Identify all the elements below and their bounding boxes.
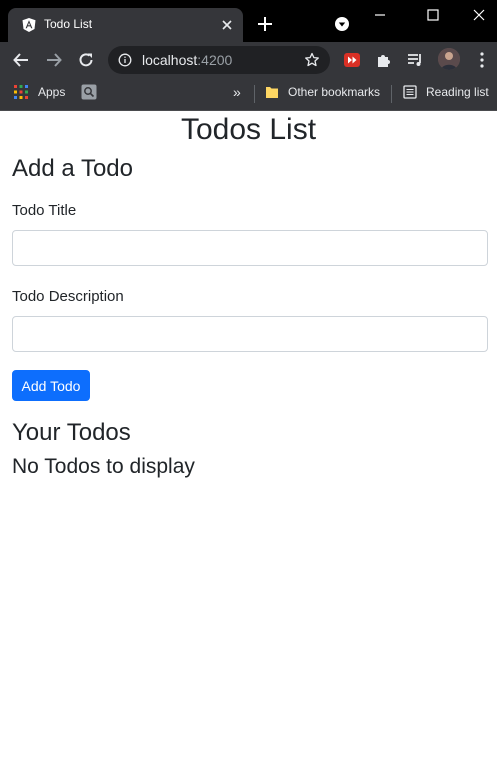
url-text[interactable]: localhost:4200 (142, 52, 232, 68)
todo-title-label: Todo Title (12, 202, 77, 219)
reload-icon[interactable] (77, 51, 95, 69)
bookmarks-divider (254, 85, 255, 103)
bookmark-apps-label: Apps (38, 85, 66, 99)
media-extension-icon[interactable] (343, 51, 361, 69)
bookmarks-divider (391, 85, 392, 103)
more-menu-icon[interactable] (478, 51, 486, 69)
url-host: localhost (142, 52, 198, 68)
your-todos-heading: Your Todos (12, 419, 131, 446)
bookmark-other-bookmarks[interactable]: Other bookmarks (265, 78, 380, 106)
url-port: :4200 (197, 52, 233, 68)
profile-avatar[interactable] (438, 48, 460, 70)
bookmark-search-shortcut[interactable] (81, 78, 97, 106)
bookmarks-bar: Apps » Other bookmarks Reading list (0, 78, 497, 111)
minimize-window-icon[interactable] (369, 6, 391, 24)
reading-list-icon (403, 85, 417, 99)
add-todo-button[interactable]: Add Todo (12, 370, 90, 401)
back-arrow-icon[interactable] (12, 51, 30, 69)
new-tab-icon[interactable] (256, 15, 274, 33)
bookmark-reading-list[interactable]: Reading list (403, 78, 489, 106)
address-bar[interactable]: localhost:4200 (108, 46, 330, 74)
page-title: Todos List (180, 113, 317, 146)
reading-list-label: Reading list (426, 85, 489, 99)
browser-tab[interactable]: Todo List (8, 8, 243, 42)
bookmarks-overflow-button[interactable]: » (233, 78, 241, 106)
page-content: Todos List Add a Todo Todo Title Todo De… (0, 111, 497, 782)
close-tab-icon[interactable] (219, 17, 235, 33)
other-bookmarks-label: Other bookmarks (288, 85, 381, 99)
search-page-icon (81, 84, 97, 100)
media-queue-icon[interactable] (406, 51, 424, 69)
folder-icon (266, 87, 278, 98)
todo-description-label: Todo Description (12, 288, 124, 305)
forward-arrow-icon[interactable] (45, 51, 63, 69)
browser-toolbar: localhost:4200 (0, 42, 497, 78)
bookmark-star-icon[interactable] (304, 52, 320, 68)
profile-photo-icon (438, 48, 460, 70)
empty-todos-message: No Todos to display (12, 455, 195, 478)
todo-title-input[interactable] (12, 230, 488, 266)
puzzle-extensions-icon[interactable] (375, 51, 393, 69)
todo-description-input[interactable] (12, 316, 488, 352)
add-todo-heading: Add a Todo (12, 155, 133, 182)
bookmark-apps[interactable]: Apps (14, 78, 65, 106)
angular-logo-icon (22, 18, 36, 32)
tab-title: Todo List (44, 17, 93, 31)
apps-grid-icon (14, 85, 28, 99)
site-info-icon[interactable] (118, 53, 132, 67)
maximize-window-icon[interactable] (422, 6, 444, 24)
tab-search-icon[interactable] (334, 16, 350, 32)
browser-titlebar: Todo List (0, 0, 497, 42)
close-window-icon[interactable] (468, 6, 490, 24)
